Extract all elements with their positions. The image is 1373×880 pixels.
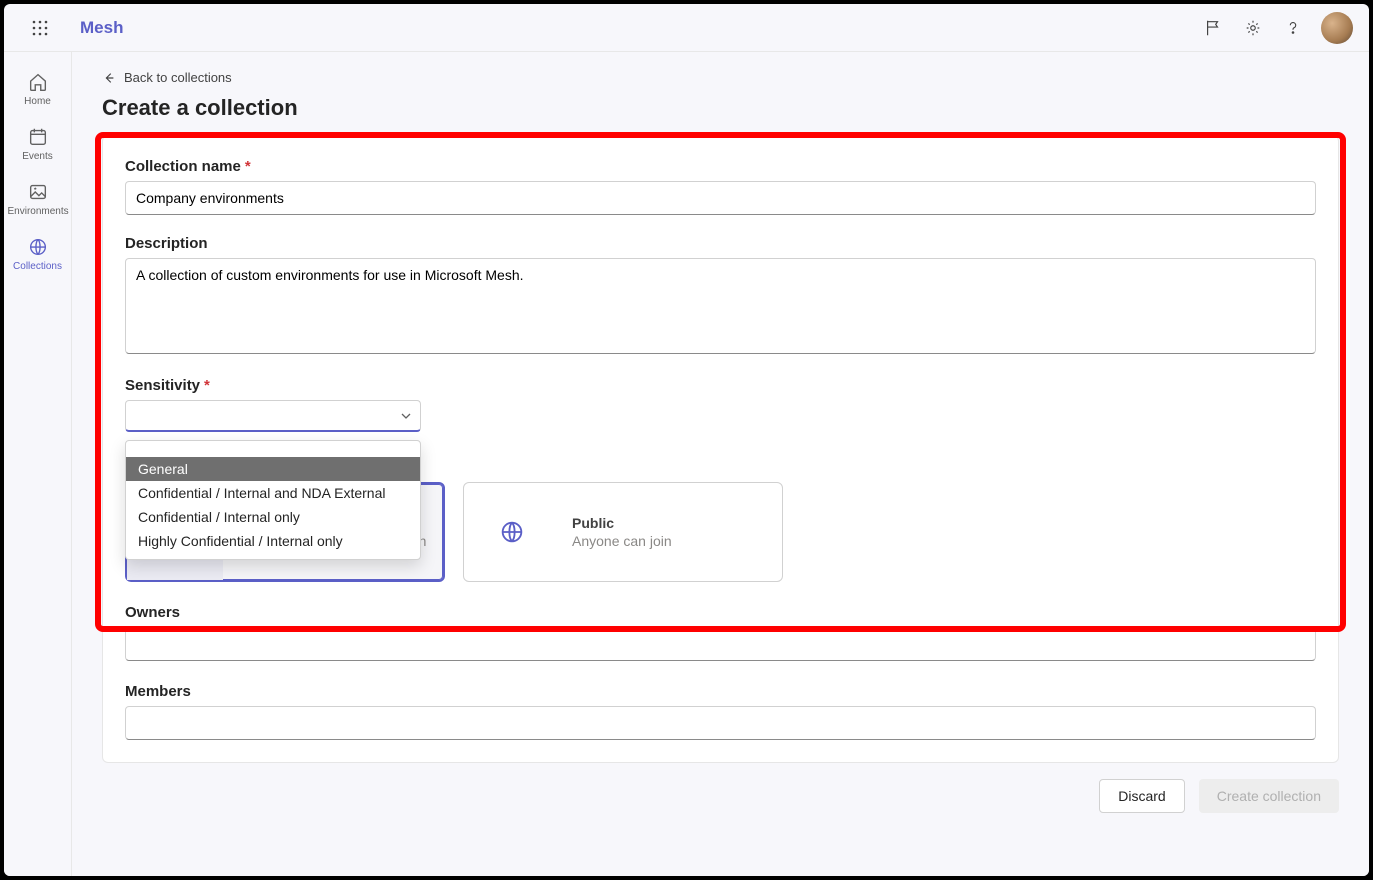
dropdown-item-confidential-internal[interactable]: Confidential / Internal only xyxy=(126,505,420,529)
avatar[interactable] xyxy=(1321,12,1353,44)
members-label: Members xyxy=(125,683,1316,700)
chevron-down-icon xyxy=(400,410,412,422)
back-to-collections[interactable]: Back to collections xyxy=(102,64,1339,91)
collection-name-label: Collection name* xyxy=(125,158,1316,175)
top-bar: Mesh xyxy=(4,4,1369,52)
globe-icon xyxy=(464,483,560,581)
form-card: Collection name* Description Sensitivity… xyxy=(102,135,1339,763)
members-input[interactable] xyxy=(125,706,1316,740)
left-rail: Home Events Environments Collections xyxy=(4,52,72,876)
rail-label: Environments xyxy=(8,206,68,217)
rail-item-events[interactable]: Events xyxy=(8,117,68,172)
waffle-icon[interactable] xyxy=(20,20,60,36)
owners-input[interactable] xyxy=(125,627,1316,661)
help-icon[interactable] xyxy=(1273,8,1313,48)
create-collection-button[interactable]: Create collection xyxy=(1199,779,1339,813)
sensitivity-label: Sensitivity* xyxy=(125,377,1316,394)
dropdown-item-confidential-nda[interactable]: Confidential / Internal and NDA External xyxy=(126,481,420,505)
rail-label: Events xyxy=(8,151,68,162)
app-title: Mesh xyxy=(80,18,123,38)
owners-label: Owners xyxy=(125,604,1316,621)
rail-item-home[interactable]: Home xyxy=(8,62,68,117)
arrow-left-icon xyxy=(102,71,116,85)
sensitivity-select[interactable] xyxy=(125,400,421,432)
image-icon xyxy=(8,178,68,206)
dropdown-item-highly-confidential[interactable]: Highly Confidential / Internal only xyxy=(126,529,420,553)
dropdown-item-general[interactable]: General xyxy=(126,457,420,481)
flag-icon[interactable] xyxy=(1193,8,1233,48)
collection-name-input[interactable] xyxy=(125,181,1316,215)
rail-item-environments[interactable]: Environments xyxy=(8,172,68,227)
rail-label: Home xyxy=(8,96,68,107)
sensitivity-dropdown: General Confidential / Internal and NDA … xyxy=(125,440,421,560)
privacy-option-public[interactable]: Public Anyone can join xyxy=(463,482,783,582)
globe-icon xyxy=(8,233,68,261)
privacy-public-title: Public xyxy=(572,515,770,531)
home-icon xyxy=(8,68,68,96)
back-label: Back to collections xyxy=(124,70,232,85)
rail-item-collections[interactable]: Collections xyxy=(8,227,68,282)
discard-button[interactable]: Discard xyxy=(1099,779,1184,813)
calendar-icon xyxy=(8,123,68,151)
privacy-public-sub: Anyone can join xyxy=(572,533,770,549)
description-input[interactable] xyxy=(125,258,1316,354)
gear-icon[interactable] xyxy=(1233,8,1273,48)
description-label: Description xyxy=(125,235,1316,252)
page-title: Create a collection xyxy=(102,95,1339,121)
rail-label: Collections xyxy=(8,261,68,272)
